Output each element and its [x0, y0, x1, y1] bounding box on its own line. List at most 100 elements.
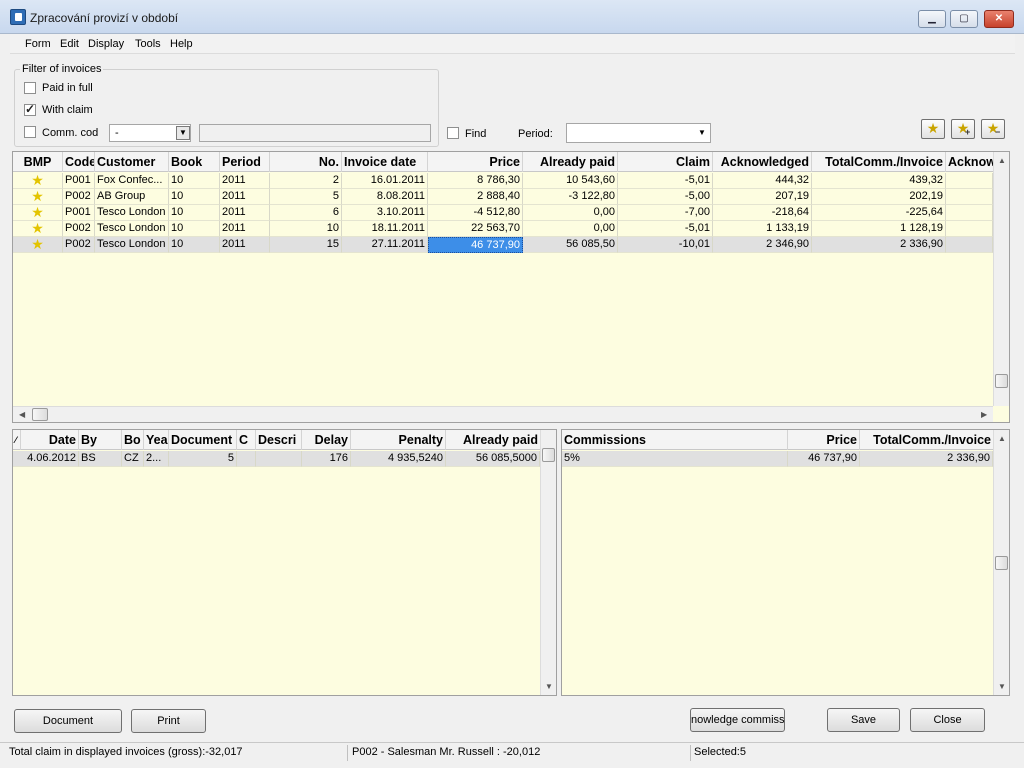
- cell-comm-price: 46 737,90: [788, 451, 860, 467]
- col-price[interactable]: Price: [428, 152, 523, 172]
- col-bmp[interactable]: BMP: [13, 152, 63, 172]
- cell-already-paid: 10 543,60: [523, 173, 618, 189]
- scroll-up-icon[interactable]: ▲: [998, 434, 1006, 443]
- col-comm-price[interactable]: Price: [788, 430, 860, 450]
- invoices-hscroll-thumb[interactable]: [32, 408, 48, 421]
- col-no[interactable]: No.: [270, 152, 342, 172]
- col-already-paid[interactable]: Already paid: [523, 152, 618, 172]
- save-button[interactable]: Save: [827, 708, 900, 732]
- status-divider: [690, 745, 691, 761]
- scroll-down-icon[interactable]: ▼: [998, 682, 1006, 691]
- invoices-grid[interactable]: BMP Code Customer Book Period No. Invoic…: [12, 151, 1010, 423]
- cell-period: 2011: [220, 221, 270, 237]
- col-by[interactable]: By: [79, 430, 122, 450]
- payments-grid[interactable]: ⁄ Date By Bo Yea Document C Descri Delay…: [12, 429, 557, 696]
- col-date[interactable]: Date: [21, 430, 79, 450]
- table-row[interactable]: ★ P001 Fox Confec... 10 2011 2 16.01.2011 8 786…: [13, 173, 993, 189]
- col-pay-already-paid[interactable]: Already paid: [446, 430, 540, 450]
- with-claim-checkbox[interactable]: [24, 102, 36, 116]
- close-button[interactable]: Close: [910, 708, 985, 732]
- scroll-right-icon[interactable]: ▶: [981, 410, 987, 419]
- cell-code: P001: [63, 173, 95, 189]
- scroll-down-icon[interactable]: ▼: [545, 682, 553, 691]
- scroll-left-icon[interactable]: ◀: [19, 410, 25, 419]
- col-descri[interactable]: Descri: [256, 430, 302, 450]
- close-window-button[interactable]: ✕: [984, 10, 1014, 28]
- cell-book: 10: [169, 173, 220, 189]
- cell-invoice-date: 8.08.2011: [342, 189, 428, 205]
- cell-acknow: [946, 173, 993, 189]
- star-add-icon[interactable]: ★ +: [951, 119, 975, 139]
- col-book[interactable]: Book: [169, 152, 220, 172]
- payments-header: ⁄ Date By Bo Yea Document C Descri Delay…: [13, 430, 540, 450]
- col-document[interactable]: Document: [169, 430, 237, 450]
- col-customer[interactable]: Customer: [95, 152, 169, 172]
- menu-display[interactable]: Display: [88, 38, 124, 50]
- col-delay[interactable]: Delay: [302, 430, 351, 450]
- chevron-down-icon[interactable]: ▼: [698, 128, 706, 137]
- cell-already-paid: 0,00: [523, 205, 618, 221]
- menu-tools[interactable]: Tools: [135, 38, 161, 50]
- col-invoice-date[interactable]: Invoice date: [342, 152, 428, 172]
- col-penalty[interactable]: Penalty: [351, 430, 446, 450]
- find-checkbox[interactable]: [447, 127, 459, 139]
- cell-customer: Tesco London: [95, 205, 169, 221]
- table-row[interactable]: ★ P001 Tesco London 10 2011 6 3.10.2011 -4 512,…: [13, 205, 993, 221]
- payments-vscroll-thumb[interactable]: [542, 448, 555, 462]
- comm-cod-name-field: [199, 124, 431, 142]
- comm-cod-checkbox[interactable]: [24, 126, 36, 138]
- with-claim-label: With claim: [42, 104, 93, 116]
- cell-no: 15: [270, 237, 342, 253]
- star-icon[interactable]: ★: [921, 119, 945, 139]
- star-icon: ★: [31, 237, 44, 252]
- minimize-button[interactable]: ▁: [918, 10, 946, 28]
- table-row[interactable]: ★ P002 AB Group 10 2011 5 8.08.2011 2 888,40 -3 …: [13, 189, 993, 205]
- col-yea[interactable]: Yea: [144, 430, 169, 450]
- acknowledge-commission-button[interactable]: nowledge commissi: [690, 708, 785, 732]
- col-bo[interactable]: Bo: [122, 430, 144, 450]
- cell-commission: 5%: [562, 451, 788, 467]
- col-acknow[interactable]: Acknow: [946, 152, 993, 172]
- paid-in-full-checkbox[interactable]: [24, 82, 36, 94]
- cell-period: 2011: [220, 173, 270, 189]
- star-remove-icon[interactable]: ★ −: [981, 119, 1005, 139]
- cell-no: 5: [270, 189, 342, 205]
- col-period[interactable]: Period: [220, 152, 270, 172]
- table-row[interactable]: 4.06.2012 BS CZ 2... 5 176 4 935,5240 56 085,50…: [13, 451, 540, 467]
- commissions-grid[interactable]: Commissions Price TotalComm./Invoice 5% 4…: [561, 429, 1010, 696]
- print-button[interactable]: Print: [131, 709, 206, 733]
- col-code[interactable]: Code: [63, 152, 95, 172]
- col-commissions[interactable]: Commissions: [562, 430, 788, 450]
- col-total-comm[interactable]: TotalComm./Invoice: [812, 152, 946, 172]
- status-divider: [347, 745, 348, 761]
- invoices-vscroll-thumb[interactable]: [995, 374, 1008, 388]
- menu-edit[interactable]: Edit: [60, 38, 79, 50]
- cell-acknow: [946, 221, 993, 237]
- cell-period: 2011: [220, 205, 270, 221]
- maximize-button[interactable]: ▢: [950, 10, 978, 28]
- comm-cod-combo[interactable]: - ▼: [109, 124, 191, 142]
- invoices-vscroll[interactable]: ▲: [993, 152, 1009, 406]
- table-row[interactable]: 5% 46 737,90 2 336,90: [562, 451, 993, 467]
- invoices-hscroll[interactable]: ◀ ▶: [13, 406, 993, 422]
- col-comm-total[interactable]: TotalComm./Invoice: [860, 430, 993, 450]
- scroll-up-icon[interactable]: ▲: [998, 156, 1006, 165]
- col-acknowledged[interactable]: Acknowledged: [713, 152, 812, 172]
- cell-by: BS: [79, 451, 122, 467]
- menu-form[interactable]: Form: [25, 38, 51, 50]
- menu-help[interactable]: Help: [170, 38, 193, 50]
- col-claim[interactable]: Claim: [618, 152, 713, 172]
- commissions-vscroll-thumb[interactable]: [995, 556, 1008, 570]
- payments-vscroll[interactable]: ▼: [540, 430, 556, 695]
- table-row[interactable]: ★ P002 Tesco London 10 2011 15 27.11.2011 46 73…: [13, 237, 993, 253]
- document-button[interactable]: Document: [14, 709, 122, 733]
- cell-acknowledged: 207,19: [713, 189, 812, 205]
- period-combo[interactable]: ▼: [566, 123, 711, 143]
- cell-period: 2011: [220, 189, 270, 205]
- cell-price: 22 563,70: [428, 221, 523, 237]
- col-c[interactable]: C: [237, 430, 256, 450]
- chevron-down-icon[interactable]: ▼: [176, 126, 190, 140]
- commissions-vscroll[interactable]: ▲ ▼: [993, 430, 1009, 695]
- cell-already-paid: 0,00: [523, 221, 618, 237]
- table-row[interactable]: ★ P002 Tesco London 10 2011 10 18.11.2011 22 56…: [13, 221, 993, 237]
